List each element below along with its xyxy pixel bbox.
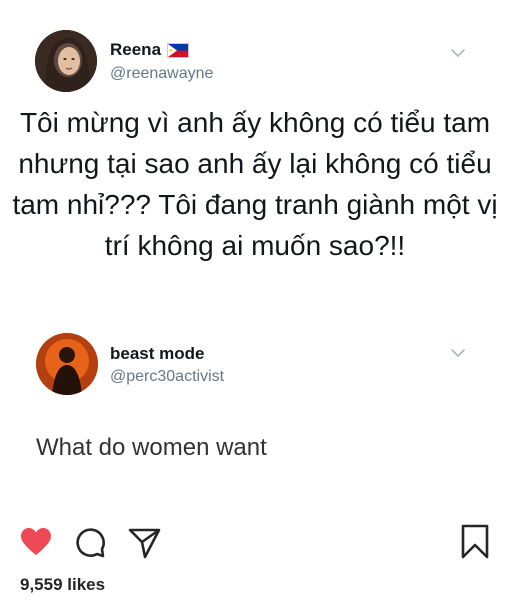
handle[interactable]: @reenawayne <box>110 65 213 83</box>
send-icon[interactable] <box>128 527 162 559</box>
bookmark-icon[interactable] <box>460 524 490 560</box>
avatar[interactable] <box>36 333 98 395</box>
display-name[interactable]: Reena <box>110 40 161 60</box>
chevron-down-icon[interactable] <box>450 48 466 58</box>
heart-icon[interactable] <box>20 527 52 557</box>
handle[interactable]: @perc30activist <box>110 368 224 386</box>
tweet-card-reena: Reena @reenawayne Tôi mừng vì anh ấy khô… <box>0 0 510 320</box>
likes-count[interactable]: 9,559 likes <box>20 575 105 595</box>
avatar[interactable] <box>35 30 97 92</box>
chevron-down-icon[interactable] <box>450 348 466 358</box>
philippines-flag-icon <box>167 42 190 58</box>
comment-icon[interactable] <box>74 527 106 559</box>
tweet-text: Tôi mừng vì anh ấy không có tiểu tam như… <box>12 107 498 261</box>
post-actions-bar <box>0 520 510 570</box>
display-name[interactable]: beast mode <box>110 344 204 364</box>
tweet-text: What do women want <box>36 434 267 461</box>
